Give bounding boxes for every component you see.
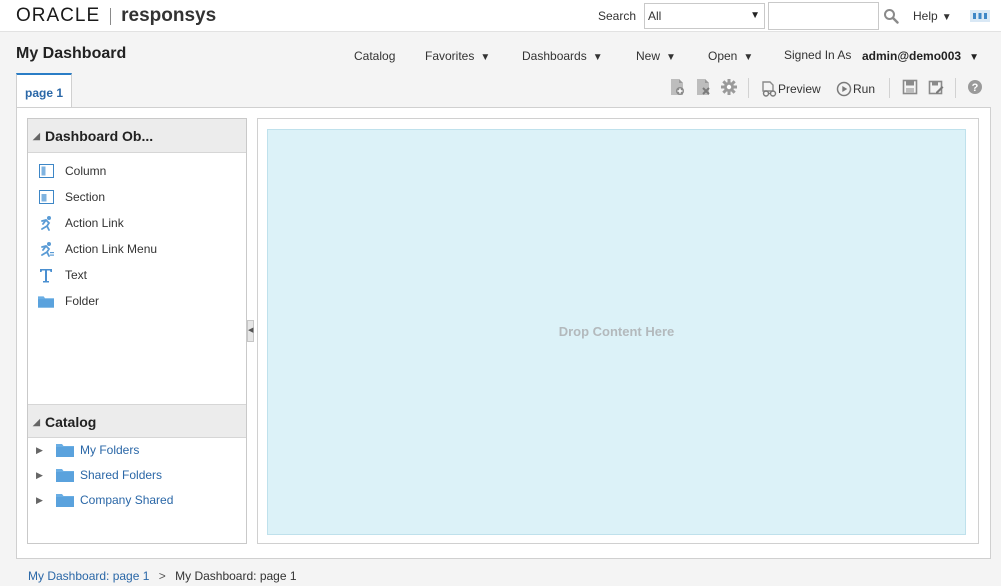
folder-icon [56,494,74,507]
chevron-down-icon: ▼ [941,12,952,23]
object-item-text[interactable]: Text [38,266,87,284]
drop-zone-text: Drop Content Here [558,323,675,339]
collapse-triangle-icon[interactable]: ◢ [33,131,40,142]
chevron-down-icon: ▼ [666,52,676,63]
chevron-down-icon: ▼ [969,52,979,63]
catalog-item-company-shared[interactable]: ▶ Company Shared [36,491,173,509]
search-label: Search [598,9,637,23]
brand-logo[interactable]: ORACLE responsys [16,5,216,27]
preview-label: Preview [778,82,821,96]
catalog-header[interactable]: ◢ Catalog [28,404,246,438]
add-page-icon[interactable] [669,78,685,96]
dashboard-objects-header[interactable]: ◢ Dashboard Ob... [28,119,246,153]
top-bar: ORACLE responsys Search All ▼ Help ▼ [0,0,1001,32]
panel-collapse-handle[interactable]: ◀ [247,320,254,342]
object-item-folder[interactable]: Folder [38,292,99,310]
help-menu[interactable]: Help ▼ [913,9,952,23]
menu-favorites[interactable]: Favorites ▼ [425,49,490,63]
toolbar-divider [955,78,956,98]
save-icon[interactable] [902,78,918,96]
menu-label: Open [708,49,738,63]
tab-label: page 1 [24,86,63,100]
catalog-item-label: My Folders [80,443,140,457]
chevron-down-icon: ▼ [480,52,491,63]
breadcrumb-link[interactable]: My Dashboard: page 1 [28,569,149,583]
catalog-item-shared-folders[interactable]: ▶ Shared Folders [36,466,162,484]
menu-label: Favorites [425,49,475,63]
gear-icon[interactable] [721,78,737,96]
breadcrumb-current: My Dashboard: page 1 [175,569,297,583]
folder-icon [38,293,54,309]
breadcrumb: My Dashboard: page 1 > My Dashboard: pag… [28,569,297,583]
search-input[interactable] [768,2,879,30]
help-label: Help [913,9,938,23]
search-scope-value: All [648,9,662,23]
signed-in-label: Signed In As [784,48,852,62]
catalog-title: Catalog [45,414,97,430]
help-icon[interactable]: ? [967,78,983,96]
run-button[interactable]: Run [836,81,875,97]
action-link-menu-icon [38,241,54,257]
user-menu[interactable]: admin@demo003 ▼ [862,49,979,63]
expand-triangle-icon[interactable]: ▶ [36,445,48,456]
object-item-label: Action Link [65,216,124,230]
search-scope-select[interactable]: All ▼ [644,3,765,29]
object-item-action-link[interactable]: Action Link [38,214,124,232]
catalog-item-my-folders[interactable]: ▶ My Folders [36,441,139,459]
preview-button[interactable]: Preview [761,81,821,97]
catalog-item-label: Shared Folders [80,468,163,482]
folder-icon [56,469,74,482]
preview-icon [762,81,777,97]
menu-dashboards[interactable]: Dashboards ▼ [522,49,603,63]
signed-in-user: admin@demo003 [862,49,962,63]
object-item-section[interactable]: Section [38,188,105,206]
menu-label: Dashboards [522,49,587,63]
chevron-down-icon: ▼ [592,52,603,63]
menu-label: New [636,49,661,63]
chevron-down-icon: ▼ [750,10,760,21]
action-link-icon [38,215,54,231]
expand-triangle-icon[interactable]: ▶ [36,495,48,506]
toolbar-divider [889,78,890,98]
chevron-down-icon: ▼ [743,52,754,63]
object-item-column[interactable]: Column [38,162,106,180]
menu-label: Catalog [354,49,396,63]
run-label: Run [853,82,876,96]
object-item-label: Column [65,164,107,178]
folder-icon [56,444,74,457]
breadcrumb-separator: > [158,569,166,583]
page-title: My Dashboard [16,45,127,62]
collapse-triangle-icon[interactable]: ◢ [33,417,40,428]
dashboard-objects-title: Dashboard Ob... [45,128,154,144]
menu-catalog[interactable]: Catalog [354,49,395,63]
section-icon [38,189,54,205]
svg-text:?: ? [972,82,979,94]
object-item-label: Folder [65,294,100,308]
menu-new[interactable]: New ▼ [636,49,676,63]
object-item-action-link-menu[interactable]: Action Link Menu [38,240,157,258]
responsys-logo-text: responsys [121,5,217,26]
toolbar-divider [748,78,749,98]
catalog-item-label: Company Shared [80,493,174,507]
object-item-label: Text [65,268,88,282]
apps-grid-icon[interactable] [970,10,990,22]
drop-zone[interactable]: Drop Content Here [267,129,966,535]
column-icon [38,163,54,179]
text-icon [38,267,54,283]
object-item-label: Action Link Menu [65,242,158,256]
save-as-icon[interactable] [928,78,944,96]
play-icon [836,81,852,97]
menu-open[interactable]: Open ▼ [708,49,753,63]
search-icon[interactable] [883,8,899,24]
oracle-logo-text: ORACLE [16,5,101,26]
expand-triangle-icon[interactable]: ▶ [36,470,48,481]
brand-divider [110,7,112,25]
object-item-label: Section [65,190,106,204]
tab-page-1[interactable]: page 1 [16,73,72,108]
delete-page-icon[interactable] [695,78,711,96]
left-panel: ◢ Dashboard Ob... Column Section Action … [27,118,247,544]
